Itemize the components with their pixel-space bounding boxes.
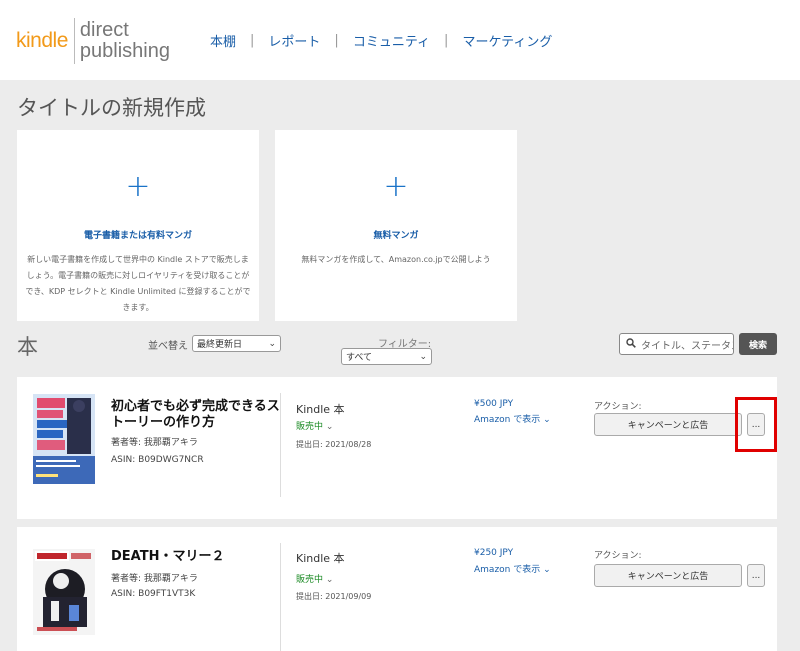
book-row: 初心者でも必ず完成できるストーリーの作り方 著者等: 我那覇アキラ ASIN: … [17, 377, 777, 519]
actions-label: アクション: [594, 402, 642, 412]
filter-select[interactable]: すべて ⌄ [341, 348, 432, 365]
column-divider [280, 393, 281, 497]
chevron-down-icon: ⌄ [325, 575, 334, 585]
page-title: タイトルの新規作成 [17, 96, 206, 120]
amazon-view-label: Amazon で表示 [474, 565, 541, 575]
book-format: Kindle 本 [296, 552, 345, 565]
book-price: ¥250 JPY [474, 548, 514, 558]
amazon-view-label: Amazon で表示 [474, 415, 541, 425]
chevron-down-icon: ⌄ [543, 565, 551, 575]
chevron-down-icon: ⌄ [419, 351, 427, 362]
campaign-ads-button[interactable]: キャンペーンと広告 [594, 564, 742, 587]
sort-select-value: 最終更新日 [197, 340, 243, 350]
book-author: 著者等: 我那覇アキラ [111, 574, 198, 584]
amazon-view-link[interactable]: Amazon で表示 ⌄ [474, 562, 551, 575]
top-header: kindle direct publishing 本棚 | レポート | コミュ… [0, 0, 800, 80]
logo-kindle-text: kindle [16, 29, 68, 52]
actions-label: アクション: [594, 551, 642, 561]
book-row: DEATH・マリー２ 著者等: 我那覇アキラ ASIN: B09FT1VT3K … [17, 527, 777, 651]
book-author: 著者等: 我那覇アキラ [111, 438, 198, 448]
logo-direct-publishing: direct publishing [80, 20, 170, 62]
sort-label: 並べ替え [148, 341, 188, 352]
book-title[interactable]: DEATH・マリー２ [111, 549, 281, 565]
book-format: Kindle 本 [296, 403, 345, 416]
search-input[interactable]: タイトル、ステータス [619, 333, 734, 355]
create-free-manga-description: 無料マンガを作成して、Amazon.co.jpで公開しよう [301, 255, 491, 264]
nav-marketing[interactable]: マーケティング [462, 31, 552, 50]
nav-bookshelf[interactable]: 本棚 [210, 31, 236, 50]
book-price: ¥500 JPY [474, 399, 514, 409]
create-free-manga-title[interactable]: 無料マンガ [275, 228, 517, 241]
book-cover[interactable] [33, 549, 95, 635]
column-divider [280, 543, 281, 651]
nav-separator: | [444, 33, 449, 48]
book-status-label: 販売中 [296, 422, 324, 432]
nav-separator: | [334, 33, 339, 48]
logo-publishing-text: publishing [79, 40, 170, 62]
main-nav: 本棚 | レポート | コミュニティ | マーケティング [210, 31, 552, 50]
book-status[interactable]: 販売中 ⌄ [296, 419, 333, 432]
create-ebook-card[interactable]: + 電子書籍または有料マンガ 新しい電子書籍を作成して世界中の Kindle ス… [17, 130, 259, 321]
create-free-manga-card[interactable]: + 無料マンガ 無料マンガを作成して、Amazon.co.jpで公開しよう [275, 130, 517, 321]
book-submitted-date: 提出日: 2021/08/28 [296, 440, 372, 449]
books-section-title: 本 [17, 335, 38, 359]
logo-divider [73, 18, 75, 64]
more-actions-button[interactable]: ... [747, 564, 765, 587]
chevron-down-icon: ⌄ [268, 338, 276, 349]
chevron-down-icon: ⌄ [325, 422, 334, 432]
nav-community[interactable]: コミュニティ [353, 31, 430, 50]
book-submitted-date: 提出日: 2021/09/09 [296, 592, 372, 601]
create-ebook-title[interactable]: 電子書籍または有料マンガ [17, 228, 259, 241]
search-button[interactable]: 検索 [739, 333, 777, 355]
book-status-label: 販売中 [296, 575, 324, 585]
book-asin: ASIN: B09FT1VT3K [111, 589, 196, 599]
book-cover[interactable] [33, 394, 95, 484]
highlight-box [735, 397, 777, 452]
plus-icon: + [383, 169, 409, 204]
search-icon [626, 337, 636, 351]
book-asin: ASIN: B09DWG7NCR [111, 455, 204, 465]
plus-icon: + [125, 169, 151, 204]
amazon-view-link[interactable]: Amazon で表示 ⌄ [474, 412, 551, 425]
logo-direct-text: direct [79, 19, 129, 41]
book-status[interactable]: 販売中 ⌄ [296, 572, 333, 585]
kdp-logo[interactable]: kindle direct publishing [16, 17, 170, 65]
sort-select[interactable]: 最終更新日 ⌄ [192, 335, 281, 352]
filter-select-value: すべて [346, 353, 373, 363]
book-title[interactable]: 初心者でも必ず完成できるストーリーの作り方 [111, 399, 281, 431]
chevron-down-icon: ⌄ [543, 415, 551, 425]
nav-separator: | [250, 33, 255, 48]
nav-reports[interactable]: レポート [268, 31, 320, 50]
campaign-ads-button[interactable]: キャンペーンと広告 [594, 413, 742, 436]
create-ebook-description: 新しい電子書籍を作成して世界中の Kindle ストアで販売しましょう。電子書籍… [25, 255, 251, 312]
search-placeholder: タイトル、ステータス [641, 340, 733, 352]
